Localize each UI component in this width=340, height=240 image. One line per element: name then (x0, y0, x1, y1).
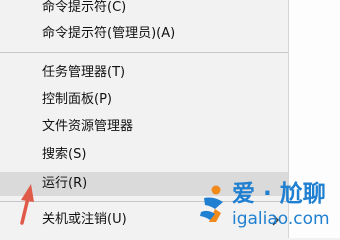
site-watermark: 爱 · 尬聊 igaliao.com (196, 178, 336, 236)
watermark-url: igaliao.com (232, 209, 330, 229)
menu-item-control-panel[interactable]: 控制面板(P) (0, 88, 288, 112)
menu-item-search[interactable]: 搜索(S) (0, 143, 288, 167)
watermark-logo-icon (200, 185, 223, 222)
menu-item-file-explorer[interactable]: 文件资源管理器 (0, 115, 288, 139)
watermark-title: 爱 · 尬聊 (232, 181, 326, 207)
menu-separator (0, 52, 288, 53)
menu-item-command-prompt-admin[interactable]: 命令提示符(管理员)(A) (0, 22, 288, 46)
menu-item-task-manager[interactable]: 任务管理器(T) (0, 61, 288, 85)
menu-item-command-prompt[interactable]: 命令提示符(C) (0, 0, 288, 20)
